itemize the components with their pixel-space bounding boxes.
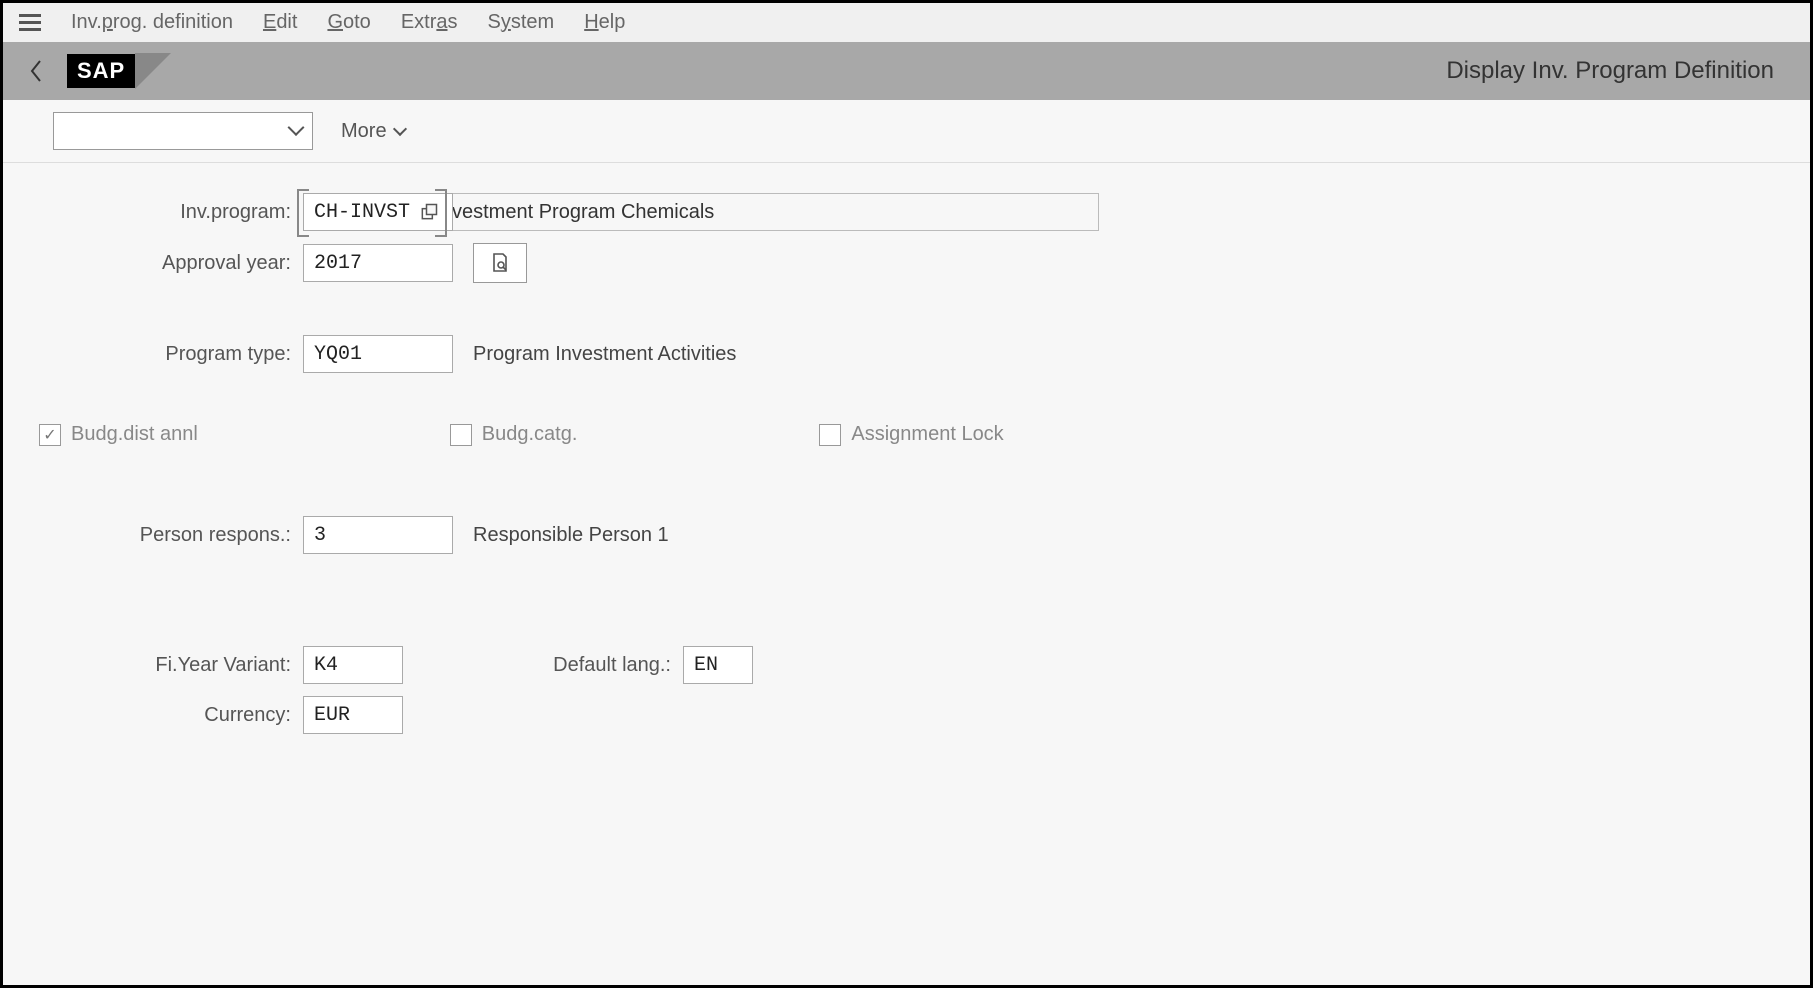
menu-extras[interactable]: Extras: [401, 11, 458, 34]
menu-mnemonic: y: [501, 11, 511, 33]
cb-budg-dist-annl[interactable]: Budg.dist annl: [39, 423, 198, 446]
menu-text: s: [448, 11, 458, 33]
chevron-left-icon: [28, 59, 44, 83]
default-lang-input[interactable]: EN: [683, 646, 753, 684]
form-area: Inv.program: CH-INVST vestment Program C…: [3, 163, 1810, 985]
menu-text: oto: [343, 11, 371, 33]
program-type-description: Program Investment Activities: [453, 343, 736, 366]
menu-inv-prog-definition[interactable]: Inv.prog. definition: [71, 11, 233, 34]
checkbox-icon: [450, 424, 472, 446]
titlebar: SAP Display Inv. Program Definition: [3, 42, 1810, 100]
person-respons-description: Responsible Person 1: [453, 524, 669, 547]
hamburger-icon[interactable]: [19, 14, 41, 31]
row-program-type: Program type: YQ01 Program Investment Ac…: [33, 335, 1780, 373]
program-type-input[interactable]: YQ01: [303, 335, 453, 373]
inv-program-description: vestment Program Chemicals: [439, 193, 1099, 231]
menu-mnemonic: a: [436, 11, 447, 33]
menu-text: Inv.: [71, 11, 102, 33]
menu-text: dit: [276, 11, 297, 33]
row-currency: Currency: EUR: [33, 696, 1780, 734]
chevron-down-icon: [290, 121, 302, 142]
label-fiyear-variant: Fi.Year Variant:: [33, 654, 303, 677]
checkbox-icon: [819, 424, 841, 446]
chevron-down-icon: [395, 120, 405, 143]
menu-text: stem: [511, 11, 554, 33]
transaction-dropdown[interactable]: [53, 112, 313, 150]
menu-edit[interactable]: Edit: [263, 11, 297, 34]
row-inv-program: Inv.program: CH-INVST vestment Program C…: [33, 193, 1780, 231]
menu-mnemonic: p: [102, 11, 113, 33]
menu-goto[interactable]: Goto: [327, 11, 370, 34]
fiyear-variant-input[interactable]: K4: [303, 646, 403, 684]
value-help-icon[interactable]: [417, 200, 441, 224]
app-window: Inv.prog. definition Edit Goto Extras Sy…: [0, 0, 1813, 988]
label-currency: Currency:: [33, 704, 303, 727]
label-program-type: Program type:: [33, 343, 303, 366]
menu-help[interactable]: Help: [584, 11, 625, 34]
cb-label: Budg.catg.: [482, 423, 578, 446]
row-person-respons: Person respons.: 3 Responsible Person 1: [33, 516, 1780, 554]
menu-mnemonic: G: [327, 11, 343, 33]
label-person-respons: Person respons.:: [33, 524, 303, 547]
menu-text: S: [488, 11, 501, 33]
document-search-icon: [488, 251, 512, 275]
row-approval-year: Approval year: 2017: [33, 243, 1780, 283]
row-fiyear-lang: Fi.Year Variant: K4 Default lang.: EN: [33, 646, 1780, 684]
menu-text: rog. definition: [113, 11, 233, 33]
sap-logo-triangle: [135, 53, 171, 89]
menu-text: Extr: [401, 11, 437, 33]
menubar: Inv.prog. definition Edit Goto Extras Sy…: [3, 3, 1810, 42]
toolbar: More: [3, 100, 1810, 163]
checkbox-row: Budg.dist annl Budg.catg. Assignment Loc…: [33, 423, 1780, 446]
inv-program-field-wrapper: CH-INVST: [303, 193, 441, 231]
menu-mnemonic: H: [584, 11, 598, 33]
page-title: Display Inv. Program Definition: [1446, 57, 1794, 85]
approval-year-input[interactable]: 2017: [303, 244, 453, 282]
sap-logo: SAP: [67, 52, 171, 90]
cb-budg-catg[interactable]: Budg.catg.: [450, 423, 578, 446]
menu-mnemonic: E: [263, 11, 276, 33]
more-button[interactable]: More: [341, 120, 405, 143]
sap-logo-text: SAP: [67, 54, 135, 88]
label-default-lang: Default lang.:: [463, 654, 683, 677]
cb-label: Assignment Lock: [851, 423, 1003, 446]
menu-text: elp: [599, 11, 626, 33]
checkbox-icon: [39, 424, 61, 446]
back-button[interactable]: [19, 54, 53, 88]
label-approval-year: Approval year:: [33, 252, 303, 275]
more-label: More: [341, 120, 387, 143]
label-inv-program: Inv.program:: [33, 201, 303, 224]
cb-label: Budg.dist annl: [71, 423, 198, 446]
currency-input[interactable]: EUR: [303, 696, 403, 734]
structure-overview-button[interactable]: [473, 243, 527, 283]
person-respons-input[interactable]: 3: [303, 516, 453, 554]
cb-assignment-lock[interactable]: Assignment Lock: [819, 423, 1003, 446]
menu-system[interactable]: System: [488, 11, 555, 34]
